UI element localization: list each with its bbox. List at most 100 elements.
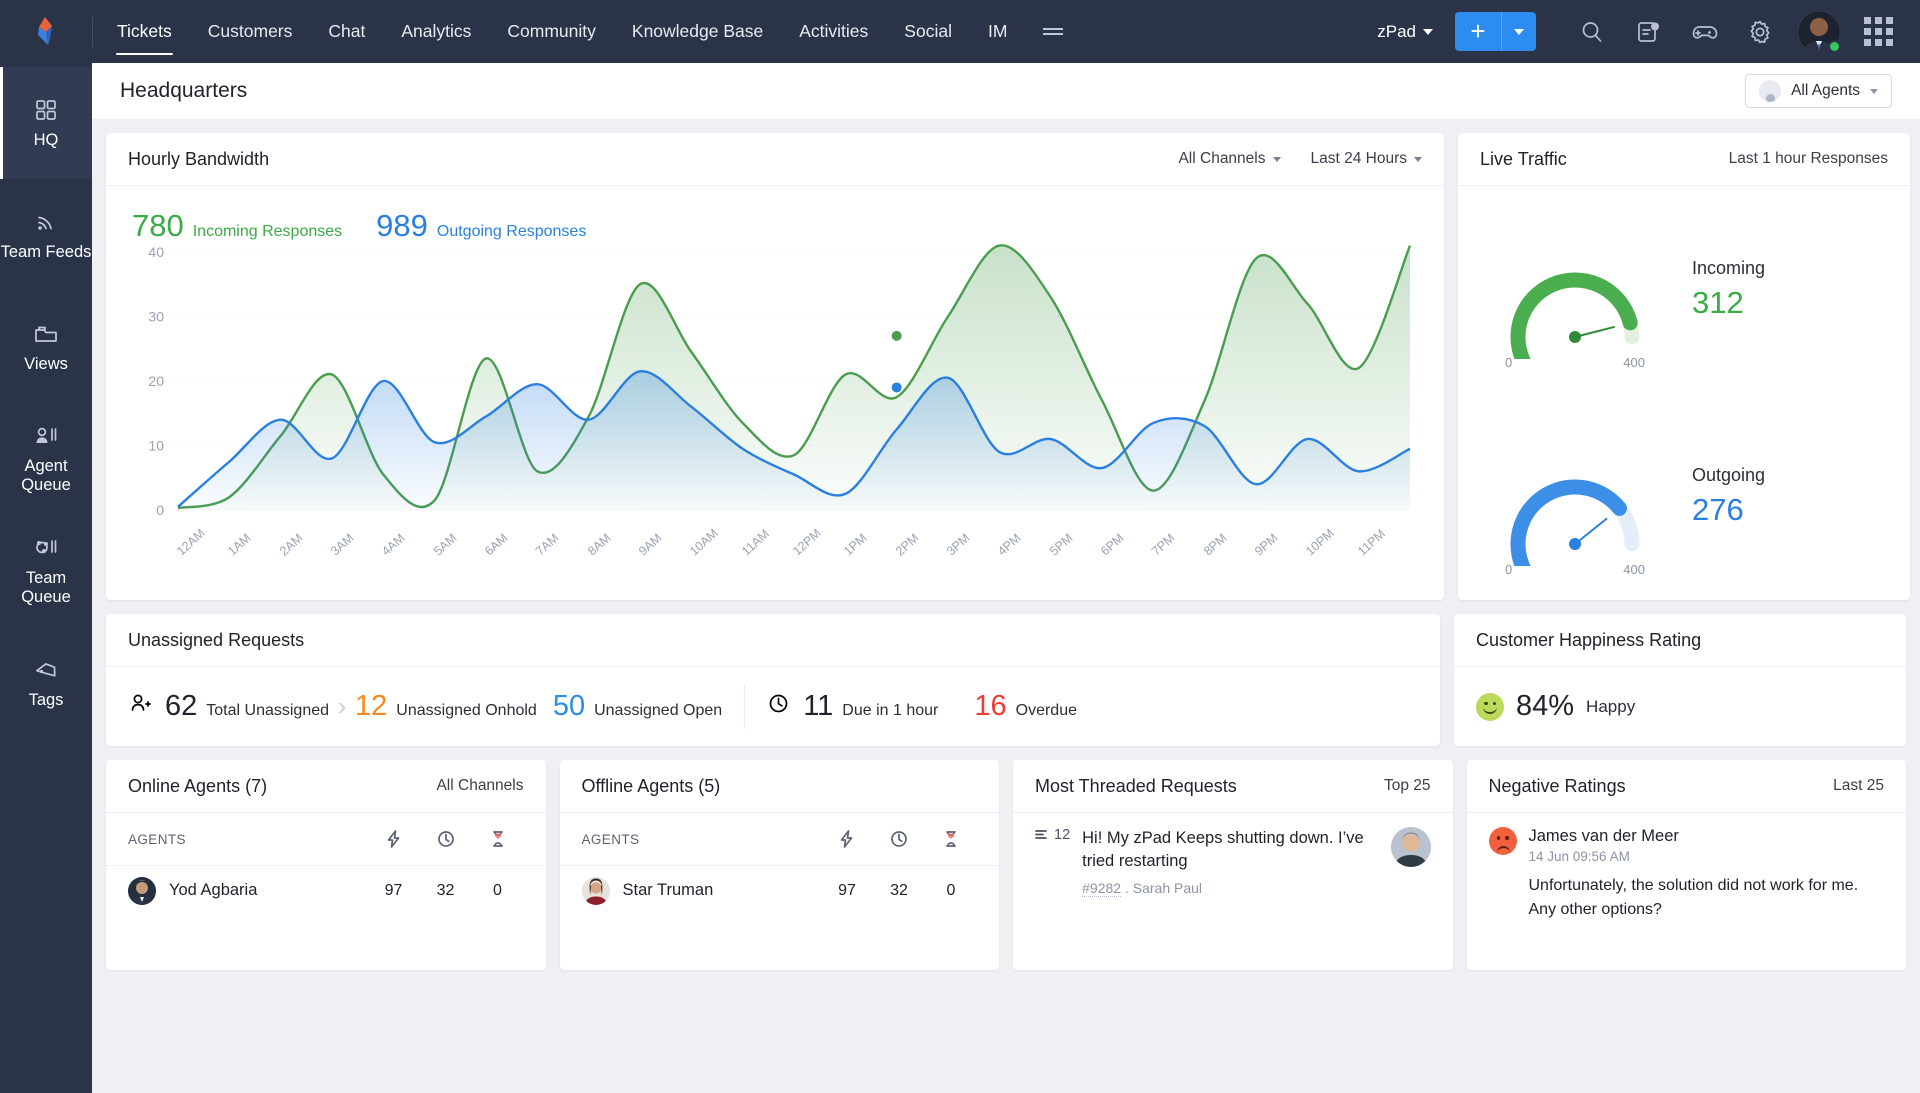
offline-agents-card: Offline Agents (5) AGENTS Star Truman 97… xyxy=(559,760,999,970)
most-threaded-requests-card: Most Threaded Requests Top 25 12 Hi! My … xyxy=(1013,760,1453,970)
gauge-min: 0 xyxy=(1505,562,1513,577)
card-header: Negative Ratings Last 25 xyxy=(1466,760,1906,813)
gear-icon[interactable] xyxy=(1732,0,1788,63)
sidebar-item-label: Team Queue xyxy=(21,569,71,606)
nav-item-analytics[interactable]: Analytics xyxy=(383,0,489,63)
stat-total-unassigned[interactable]: 62 Total Unassigned xyxy=(128,690,329,723)
feed-icon xyxy=(34,209,58,235)
sidebar-item-hq[interactable]: HQ xyxy=(0,67,92,179)
page-title: Headquarters xyxy=(120,79,248,102)
sidebar-item-views[interactable]: Views xyxy=(0,291,92,403)
nav-item-tickets[interactable]: Tickets xyxy=(99,0,190,63)
notes-icon[interactable] xyxy=(1620,0,1676,63)
thread-count: 12 xyxy=(1035,827,1070,896)
negative-ratings-card: Negative Ratings Last 25 James van der M… xyxy=(1466,760,1907,970)
avatar[interactable] xyxy=(1788,0,1850,63)
sidebar-item-team-feeds[interactable]: Team Feeds xyxy=(0,179,92,291)
hamburger-icon[interactable] xyxy=(1025,25,1081,38)
avatar xyxy=(581,876,610,905)
search-icon[interactable] xyxy=(1564,0,1620,63)
table-row[interactable]: Star Truman 97 32 0 xyxy=(559,865,999,915)
gauge-arc xyxy=(1510,272,1640,359)
nav-item-activities[interactable]: Activities xyxy=(781,0,886,63)
stat-value: 50 xyxy=(552,690,586,722)
nav-label: Analytics xyxy=(401,21,472,41)
sidebar-item-tags[interactable]: Tags xyxy=(0,627,92,739)
card-header: Unassigned Requests xyxy=(106,614,1440,667)
outgoing-label: Outgoing Responses xyxy=(436,223,587,240)
add-button[interactable]: + xyxy=(1455,12,1501,51)
card-title: Offline Agents (5) xyxy=(581,775,721,796)
nav-item-knowledge-base[interactable]: Knowledge Base xyxy=(614,0,781,63)
nav-item-customers[interactable]: Customers xyxy=(190,0,311,63)
nav-label: Chat xyxy=(328,21,366,41)
stat-unassigned-onhold[interactable]: 12 Unassigned Onhold xyxy=(355,690,537,723)
nav-label: IM xyxy=(987,21,1008,41)
card-title: Customer Happiness Rating xyxy=(1476,629,1702,650)
agent-name: Star Truman xyxy=(622,881,714,899)
ticket-id[interactable]: #9282 xyxy=(1082,880,1122,897)
stat-overdue[interactable]: 16 Overdue xyxy=(974,690,1077,723)
time-filter-dropdown[interactable]: Last 24 Hours xyxy=(1311,150,1422,168)
stat-unassigned-open[interactable]: 50 Unassigned Open xyxy=(553,690,722,723)
gauge-label: Outgoing xyxy=(1692,465,1766,485)
add-dropdown-button[interactable] xyxy=(1502,12,1536,51)
apps-grid-icon[interactable] xyxy=(1850,0,1906,63)
agent-avatar-icon xyxy=(1759,80,1782,102)
gauge-max: 400 xyxy=(1623,562,1645,577)
thread-author: Sarah Paul xyxy=(1132,880,1203,896)
zoho-desk-logo-icon xyxy=(38,16,52,45)
nav-item-im[interactable]: IM xyxy=(970,0,1025,63)
dashboard-row-1: Hourly Bandwidth All Channels Last 24 Ho… xyxy=(106,133,1910,600)
department-selector[interactable]: zPad xyxy=(1377,22,1433,42)
meta-separator: . xyxy=(1124,880,1129,896)
app-logo[interactable] xyxy=(0,0,92,63)
card-title: Most Threaded Requests xyxy=(1035,775,1237,796)
card-title: Negative Ratings xyxy=(1488,775,1626,796)
gauge-incoming-dial: 0 400 xyxy=(1480,209,1670,370)
col-agents-label: AGENTS xyxy=(581,831,640,847)
svg-text:0: 0 xyxy=(156,502,164,518)
unassigned-requests-card: Unassigned Requests 62 Total Unassigned … xyxy=(106,614,1440,746)
card-header: Live Traffic Last 1 hour Responses xyxy=(1458,133,1910,186)
channel-filter-dropdown[interactable]: All Channels xyxy=(1178,150,1281,168)
agent-filter-dropdown[interactable]: All Agents xyxy=(1745,74,1892,108)
gauge-label: Incoming xyxy=(1692,258,1766,278)
sidebar-item-label: Tags xyxy=(28,690,64,709)
nav-item-chat[interactable]: Chat xyxy=(310,0,383,63)
card-header: Hourly Bandwidth All Channels Last 24 Ho… xyxy=(106,133,1444,186)
gamepad-icon[interactable] xyxy=(1676,0,1732,63)
agent-stat-3: 0 xyxy=(493,881,502,899)
stat-due-in-1-hour[interactable]: 11 Due in 1 hour xyxy=(767,690,938,723)
chevron-down-icon xyxy=(1870,88,1878,94)
card-header: Most Threaded Requests Top 25 xyxy=(1013,760,1453,813)
stat-label: Unassigned Onhold xyxy=(396,702,537,719)
card-title: Live Traffic xyxy=(1480,148,1567,169)
left-sidebar: HQ Team Feeds Views Agent Queue Team Que… xyxy=(0,63,92,1093)
gauge-arc xyxy=(1510,479,1640,566)
add-button-group[interactable]: + xyxy=(1455,12,1536,51)
list-item[interactable]: 12 Hi! My zPad Keeps shutting down. I’ve… xyxy=(1013,813,1453,897)
nav-item-community[interactable]: Community xyxy=(489,0,614,63)
divider xyxy=(744,684,746,729)
online-agents-filter[interactable]: All Channels xyxy=(436,777,523,795)
hourglass-icon xyxy=(472,829,524,849)
table-row[interactable]: Yod Agbaria 97 32 0 xyxy=(106,865,546,915)
nav-item-social[interactable]: Social xyxy=(886,0,970,63)
chart-legend: 780 Incoming Responses 989 Outgoing Respon… xyxy=(106,186,1444,244)
threaded-filter[interactable]: Top 25 xyxy=(1384,777,1431,795)
nav-label: Community xyxy=(507,21,596,41)
bandwidth-line-chart[interactable]: 0 10 20 30 40 12AM 1AM 2AM 3AM 4AM 5AM 6AM 7AM 8AM 9A… xyxy=(106,244,1444,600)
unassigned-stats: 62 Total Unassigned › 12 Unassigned Onho… xyxy=(106,667,1440,746)
online-agents-card: Online Agents (7) All Channels AGENTS Yo… xyxy=(106,760,546,970)
sidebar-item-agent-queue[interactable]: Agent Queue xyxy=(0,403,92,515)
list-item[interactable]: James van der Meer 14 Jun 09:56 AM Unfor… xyxy=(1467,813,1907,922)
gauge-incoming-text: Incoming 312 xyxy=(1692,258,1765,321)
negative-filter[interactable]: Last 25 xyxy=(1833,777,1884,795)
chevron-down-icon xyxy=(1423,28,1433,35)
card-header: Online Agents (7) All Channels xyxy=(106,760,546,813)
rating-comment: Unfortunately, the solution did not work… xyxy=(1528,877,1859,918)
sidebar-item-team-queue[interactable]: Team Queue xyxy=(0,515,92,627)
team-queue-icon xyxy=(33,535,59,561)
card-title: Hourly Bandwidth xyxy=(128,148,270,169)
